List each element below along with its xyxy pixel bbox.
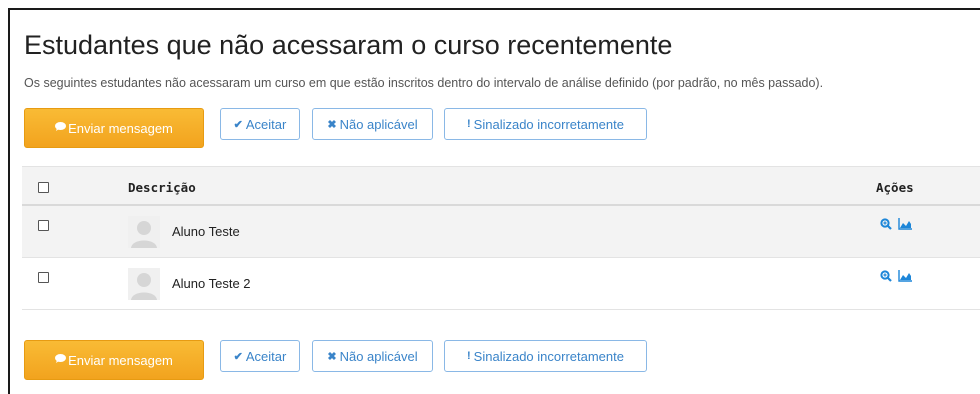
check-icon: ✔: [233, 118, 243, 131]
flagged-incorrectly-label: Sinalizado incorretamente: [473, 348, 624, 364]
page-title: Estudantes que não acessaram o curso rec…: [24, 30, 673, 60]
zoom-icon[interactable]: [880, 270, 892, 282]
table-header: Descrição Ações: [22, 166, 980, 206]
send-message-button[interactable]: Enviar mensagem: [24, 340, 204, 380]
accept-label: Aceitar: [245, 116, 287, 132]
table-row: Aluno Teste: [22, 206, 980, 258]
student-name[interactable]: Aluno Teste: [172, 224, 240, 239]
not-applicable-label: Não aplicável: [339, 116, 418, 132]
send-message-button[interactable]: Enviar mensagem: [24, 108, 204, 148]
student-name[interactable]: Aluno Teste 2: [172, 276, 251, 291]
exclamation-icon: !: [467, 118, 471, 130]
row-checkbox[interactable]: [38, 272, 49, 283]
avatar: [128, 216, 160, 248]
row-actions: [880, 218, 912, 230]
accept-button[interactable]: ✔ Aceitar: [220, 340, 300, 372]
row-actions: [880, 270, 912, 282]
x-icon: ✖: [327, 350, 337, 363]
chart-icon[interactable]: [898, 218, 912, 230]
column-header-description: Descrição: [128, 180, 196, 195]
send-message-label: Enviar mensagem: [68, 352, 173, 368]
flagged-incorrectly-button[interactable]: ! Sinalizado incorretamente: [444, 108, 647, 140]
flagged-incorrectly-button[interactable]: ! Sinalizado incorretamente: [444, 340, 647, 372]
chat-bubble-icon: [55, 122, 67, 134]
not-applicable-label: Não aplicável: [339, 348, 418, 364]
chart-icon[interactable]: [898, 270, 912, 282]
not-applicable-button[interactable]: ✖ Não aplicável: [312, 108, 433, 140]
column-header-actions: Ações: [876, 180, 914, 195]
check-icon: ✔: [233, 350, 243, 363]
chat-bubble-icon: [55, 354, 67, 366]
flagged-incorrectly-label: Sinalizado incorretamente: [473, 116, 624, 132]
x-icon: ✖: [327, 118, 337, 131]
avatar-icon: [128, 268, 160, 300]
actions-toolbar-top: Enviar mensagem ✔ Aceitar ✖ Não aplicáve…: [24, 108, 724, 148]
not-applicable-button[interactable]: ✖ Não aplicável: [312, 340, 433, 372]
row-checkbox[interactable]: [38, 220, 49, 231]
accept-label: Aceitar: [245, 348, 287, 364]
page-frame: Estudantes que não acessaram o curso rec…: [8, 8, 980, 394]
actions-toolbar-bottom: Enviar mensagem ✔ Aceitar ✖ Não aplicáve…: [24, 340, 724, 380]
table-row: Aluno Teste 2: [22, 258, 980, 310]
accept-button[interactable]: ✔ Aceitar: [220, 108, 300, 140]
avatar: [128, 268, 160, 300]
students-table: Descrição Ações Aluno Teste Aluno Teste …: [22, 166, 980, 310]
exclamation-icon: !: [467, 350, 471, 362]
page-description: Os seguintes estudantes não acessaram um…: [24, 76, 824, 90]
select-all-checkbox[interactable]: [38, 182, 49, 193]
avatar-icon: [128, 216, 160, 248]
send-message-label: Enviar mensagem: [68, 120, 173, 136]
zoom-icon[interactable]: [880, 218, 892, 230]
